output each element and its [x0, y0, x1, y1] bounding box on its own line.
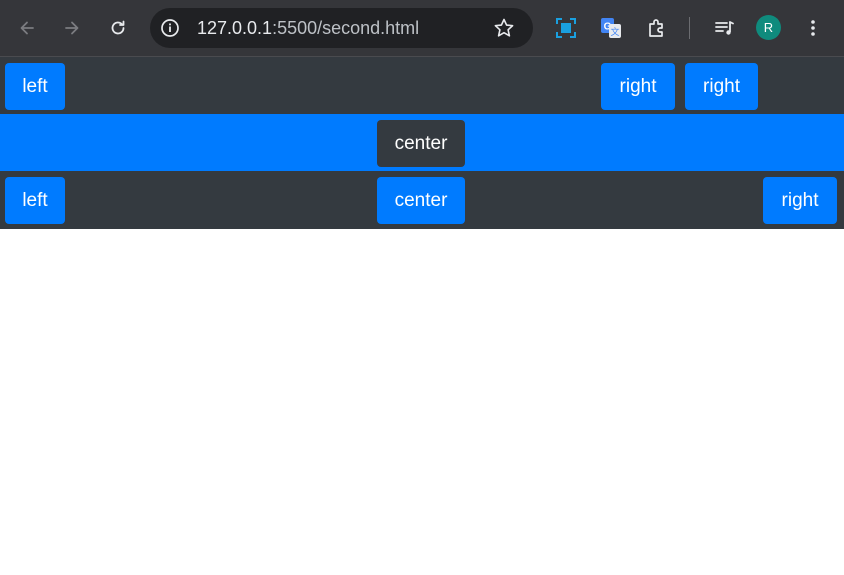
bookmark-star-icon[interactable] [493, 17, 515, 39]
browser-toolbar: 127.0.0.1:5500/second.html G文 R [0, 0, 844, 57]
toolbar-divider [689, 17, 690, 39]
google-translate-icon[interactable]: G文 [597, 14, 625, 42]
left-button[interactable]: left [5, 177, 65, 224]
screen-capture-icon[interactable] [552, 14, 580, 42]
back-arrow-icon[interactable] [13, 14, 41, 42]
right-button[interactable]: right [763, 177, 837, 224]
more-vert-icon[interactable] [799, 14, 827, 42]
center-button[interactable]: center [377, 177, 465, 224]
left-button[interactable]: left [5, 63, 65, 110]
svg-text:文: 文 [610, 26, 619, 37]
url-path: :5500/second.html [272, 18, 420, 38]
url-host: 127.0.0.1 [197, 18, 273, 38]
extensions-puzzle-icon[interactable] [643, 14, 671, 42]
forward-arrow-icon[interactable] [58, 14, 86, 42]
site-info-icon[interactable] [160, 18, 180, 38]
center-button[interactable]: center [377, 120, 465, 167]
url-text[interactable]: 127.0.0.1:5500/second.html [197, 8, 419, 48]
nav-row-1: left right right [0, 57, 844, 114]
nav-row-2: center [0, 114, 844, 171]
profile-avatar[interactable]: R [756, 15, 781, 40]
nav-row-3: left center right [0, 171, 844, 229]
right-button-1[interactable]: right [601, 63, 675, 110]
right-button-2[interactable]: right [685, 63, 758, 110]
media-queue-icon[interactable] [710, 14, 738, 42]
address-bar[interactable]: 127.0.0.1:5500/second.html [150, 8, 533, 48]
reload-icon[interactable] [104, 14, 132, 42]
